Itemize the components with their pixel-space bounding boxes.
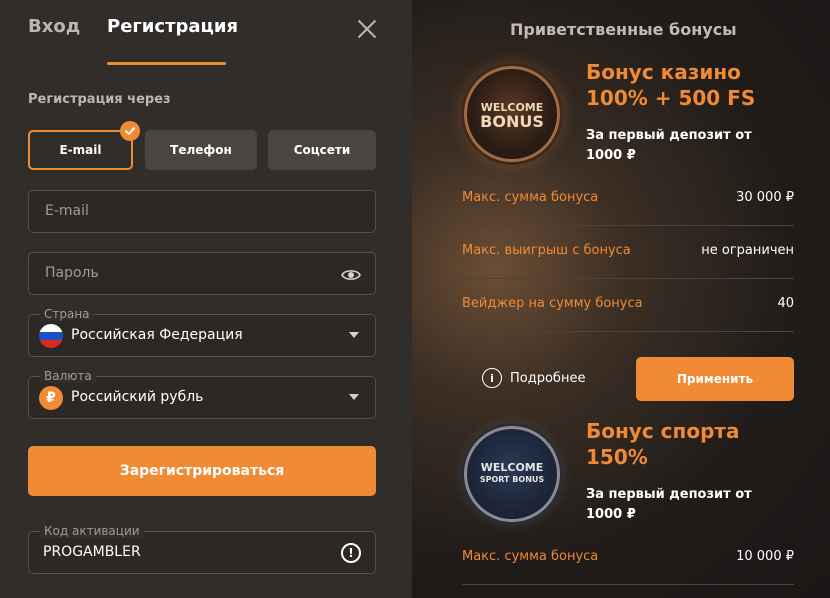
casino-row-max-win: Макс. выигрыш с бонуса не ограничен [462,226,794,279]
row-value: не ограничен [701,243,794,258]
casino-deposit-condition: За первый депозит от 1000 ₽ [586,126,786,166]
casino-row-max-bonus: Макс. сумма бонуса 30 000 ₽ [462,173,794,226]
sport-deposit-line2: 1000 ₽ [586,507,636,522]
casino-deposit-line2: 1000 ₽ [586,148,636,163]
russia-flag-icon [39,324,63,348]
alert-info-icon[interactable]: ! [341,543,361,563]
coin-line2: BONUS [480,112,544,131]
bonuses-title: Приветственные бонусы [510,20,737,39]
sport-row-max-bonus: Макс. сумма бонуса 10 000 ₽ [462,532,794,585]
more-details-link[interactable]: i Подробнее [482,368,585,388]
casino-deposit-line1: За первый депозит от [586,128,752,143]
email-placeholder: E-mail [45,203,89,219]
casino-row-wager: Вейджер на сумму бонуса 40 [462,279,794,332]
row-label: Макс. сумма бонуса [462,549,599,564]
welcome-bonuses-panel: Приветственные бонусы WELCOME BONUS Бону… [412,0,830,598]
row-label: Вейджер на сумму бонуса [462,296,643,311]
apply-button[interactable]: Применить [636,357,794,401]
sport-deposit-condition: За первый депозит от 1000 ₽ [586,485,786,525]
coin-line2: SPORT BONUS [479,475,545,484]
email-field[interactable]: E-mail [28,190,376,233]
eye-icon[interactable] [341,267,361,286]
sport-bonus-name-line2: 150% [586,445,648,469]
password-field[interactable]: Пароль [28,252,376,295]
info-icon: i [482,368,502,388]
sport-bonus-name: Бонус спорта 150% [586,418,739,470]
registration-panel: Вход Регистрация Регистрация через E-mai… [0,0,412,598]
welcome-bonus-coin-icon: WELCOME BONUS [464,66,560,162]
register-button[interactable]: Зарегистрироваться [28,446,376,496]
chevron-down-icon [349,332,359,338]
close-icon[interactable] [356,18,378,40]
method-phone-button[interactable]: Телефон [145,130,257,170]
row-value: 40 [777,296,794,311]
currency-value: Российский рубль [71,389,204,405]
password-placeholder: Пароль [45,265,99,281]
sport-deposit-line1: За первый депозит от [586,487,752,502]
tab-register[interactable]: Регистрация [107,16,238,37]
currency-label: Валюта [40,369,96,383]
activation-code-label: Код активации [40,524,144,538]
coin-line1: WELCOME [480,461,544,474]
tab-login[interactable]: Вход [28,16,80,37]
country-value: Российская Федерация [71,327,243,343]
checkmark-icon [120,121,140,141]
register-via-label: Регистрация через [28,92,171,107]
casino-bonus-name-line2: 100% + 500 FS [586,86,756,110]
row-label: Макс. сумма бонуса [462,190,599,205]
sport-bonus-name-line1: Бонус спорта [586,419,740,443]
country-label: Страна [40,307,94,321]
casino-bonus-name-line1: Бонус казино [586,60,741,84]
row-label: Макс. выигрыш с бонуса [462,243,631,258]
method-email-button[interactable]: E-mail [28,130,133,170]
row-value: 10 000 ₽ [736,549,794,564]
casino-bonus-name: Бонус казино 100% + 500 FS [586,59,755,111]
chevron-down-icon [349,394,359,400]
welcome-sport-bonus-coin-icon: WELCOME SPORT BONUS [464,426,560,522]
row-value: 30 000 ₽ [736,190,794,205]
method-social-button[interactable]: Соцсети [268,130,376,170]
more-details-label: Подробнее [510,370,586,386]
ruble-icon: ₽ [39,386,63,410]
active-tab-indicator [107,62,226,65]
activation-code-value: PROGAMBLER [43,544,141,560]
